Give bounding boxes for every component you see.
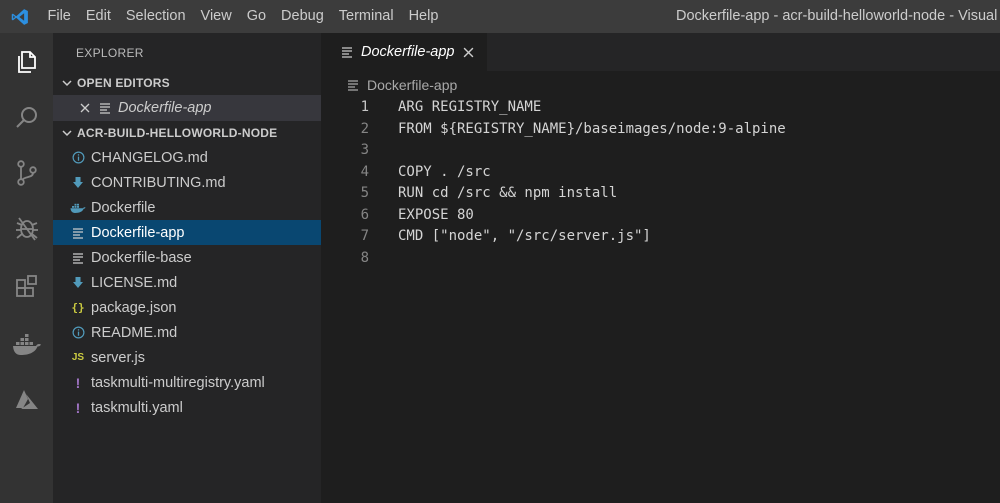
menu-help[interactable]: Help: [401, 0, 446, 33]
tab-label: Dockerfile-app: [361, 44, 455, 60]
file-label: README.md: [91, 324, 178, 341]
file-label: taskmulti-multiregistry.yaml: [91, 374, 265, 391]
menu-view[interactable]: View: [193, 0, 239, 33]
code-line[interactable]: 4 COPY . /src: [321, 162, 1000, 184]
file-item[interactable]: CHANGELOG.md: [53, 145, 321, 170]
file-item-selected[interactable]: Dockerfile-app: [53, 220, 321, 245]
docker-icon[interactable]: [0, 325, 53, 365]
javascript-icon: JS: [71, 352, 85, 363]
menu-selection[interactable]: Selection: [118, 0, 193, 33]
file-item[interactable]: CONTRIBUTING.md: [53, 170, 321, 195]
open-editors-label: OPEN EDITORS: [77, 76, 170, 90]
vscode-logo-icon: [0, 0, 40, 33]
file-item[interactable]: ! taskmulti.yaml: [53, 395, 321, 420]
info-icon: [70, 325, 86, 341]
line-text: EXPOSE 80: [398, 206, 474, 223]
file-item[interactable]: {} package.json: [53, 295, 321, 320]
open-editor-item[interactable]: Dockerfile-app: [53, 95, 321, 121]
tab-bar: Dockerfile-app: [321, 33, 1000, 71]
line-text: RUN cd /src && npm install: [398, 185, 618, 201]
breadcrumb-label: Dockerfile-app: [367, 77, 458, 93]
azure-icon[interactable]: [0, 380, 53, 420]
folder-header[interactable]: ACR-BUILD-HELLOWORLD-NODE: [53, 121, 321, 145]
info-icon: [70, 150, 86, 166]
text-lines-icon: [345, 77, 361, 93]
line-number: 5: [360, 185, 369, 201]
line-number: 3: [360, 142, 369, 158]
code-line[interactable]: 2 FROM ${REGISTRY_NAME}/baseimages/node:9…: [321, 119, 1000, 141]
menu-debug[interactable]: Debug: [274, 0, 332, 33]
title-bar: File Edit Selection View Go Debug Termin…: [0, 0, 1000, 33]
file-label: taskmulti.yaml: [91, 399, 183, 416]
breadcrumb[interactable]: Dockerfile-app: [321, 71, 1000, 99]
code-line[interactable]: 5 RUN cd /src && npm install: [321, 183, 1000, 205]
code-editor[interactable]: 1 ARG REGISTRY_NAME 2 FROM ${REGISTRY_NAME}…: [321, 97, 1000, 269]
menu-bar: File Edit Selection View Go Debug Termin…: [40, 0, 446, 33]
file-label: CONTRIBUTING.md: [91, 174, 226, 191]
code-line[interactable]: 3: [321, 140, 1000, 162]
text-lines-icon: [70, 250, 86, 266]
menu-edit[interactable]: Edit: [78, 0, 118, 33]
source-control-icon[interactable]: [0, 153, 53, 193]
file-item[interactable]: LICENSE.md: [53, 270, 321, 295]
search-icon[interactable]: [0, 98, 53, 138]
line-number: 2: [360, 120, 369, 137]
menu-file[interactable]: File: [40, 0, 78, 33]
code-line[interactable]: 1 ARG REGISTRY_NAME: [321, 97, 1000, 119]
file-label: server.js: [91, 349, 145, 366]
open-editors-header[interactable]: OPEN EDITORS: [53, 71, 321, 95]
close-icon[interactable]: [459, 43, 477, 61]
explorer-sidebar: EXPLORER OPEN EDITORS Dockerfile-app ACR…: [53, 33, 321, 503]
folder-label: ACR-BUILD-HELLOWORLD-NODE: [77, 126, 278, 140]
markdown-download-icon: [70, 275, 86, 291]
yaml-exclamation-icon: !: [75, 374, 81, 391]
menu-go[interactable]: Go: [239, 0, 273, 33]
code-line[interactable]: 7 CMD ["node", "/src/server.js"]: [321, 226, 1000, 248]
activity-bar: [0, 33, 53, 503]
chevron-down-icon: [59, 121, 75, 145]
file-item[interactable]: README.md: [53, 320, 321, 345]
text-lines-icon: [97, 100, 113, 116]
line-text: CMD ["node", "/src/server.js"]: [398, 228, 651, 244]
file-label: package.json: [91, 299, 177, 316]
debug-icon[interactable]: [0, 208, 53, 248]
code-line[interactable]: 6 EXPOSE 80: [321, 205, 1000, 227]
tab-dockerfile-app[interactable]: Dockerfile-app: [321, 33, 487, 71]
file-label: Dockerfile-base: [91, 249, 192, 266]
text-lines-icon: [339, 44, 355, 60]
open-editor-label: Dockerfile-app: [118, 100, 212, 116]
file-item[interactable]: Dockerfile-base: [53, 245, 321, 270]
menu-terminal[interactable]: Terminal: [331, 0, 401, 33]
line-text: FROM ${REGISTRY_NAME}/baseimages/node:9-…: [398, 120, 786, 137]
docker-whale-icon: [70, 200, 86, 216]
window-title: Dockerfile-app - acr-build-helloworld-no…: [676, 8, 1000, 24]
file-item[interactable]: JS server.js: [53, 345, 321, 370]
code-line[interactable]: 8: [321, 248, 1000, 270]
file-item[interactable]: Dockerfile: [53, 195, 321, 220]
line-number: 6: [360, 206, 369, 223]
chevron-down-icon: [59, 71, 75, 95]
markdown-download-icon: [70, 175, 86, 191]
line-number: 8: [360, 249, 369, 266]
editor-area: Dockerfile-app Dockerfile-app 1 ARG REGIS…: [321, 33, 1000, 503]
explorer-icon[interactable]: [0, 42, 53, 82]
file-label: Dockerfile-app: [91, 224, 185, 241]
text-lines-icon: [70, 225, 86, 241]
sidebar-title: EXPLORER: [76, 46, 144, 60]
file-label: CHANGELOG.md: [91, 149, 208, 166]
line-number: 7: [360, 228, 369, 244]
close-icon[interactable]: [77, 103, 93, 113]
file-label: Dockerfile: [91, 199, 156, 216]
file-item[interactable]: ! taskmulti-multiregistry.yaml: [53, 370, 321, 395]
line-text: ARG REGISTRY_NAME: [398, 99, 542, 115]
line-number: 1: [360, 99, 369, 115]
json-braces-icon: {}: [71, 301, 85, 314]
line-number: 4: [360, 163, 369, 180]
extensions-icon[interactable]: [0, 266, 53, 306]
line-text: COPY . /src: [398, 163, 491, 180]
yaml-exclamation-icon: !: [75, 399, 81, 416]
file-label: LICENSE.md: [91, 274, 178, 291]
